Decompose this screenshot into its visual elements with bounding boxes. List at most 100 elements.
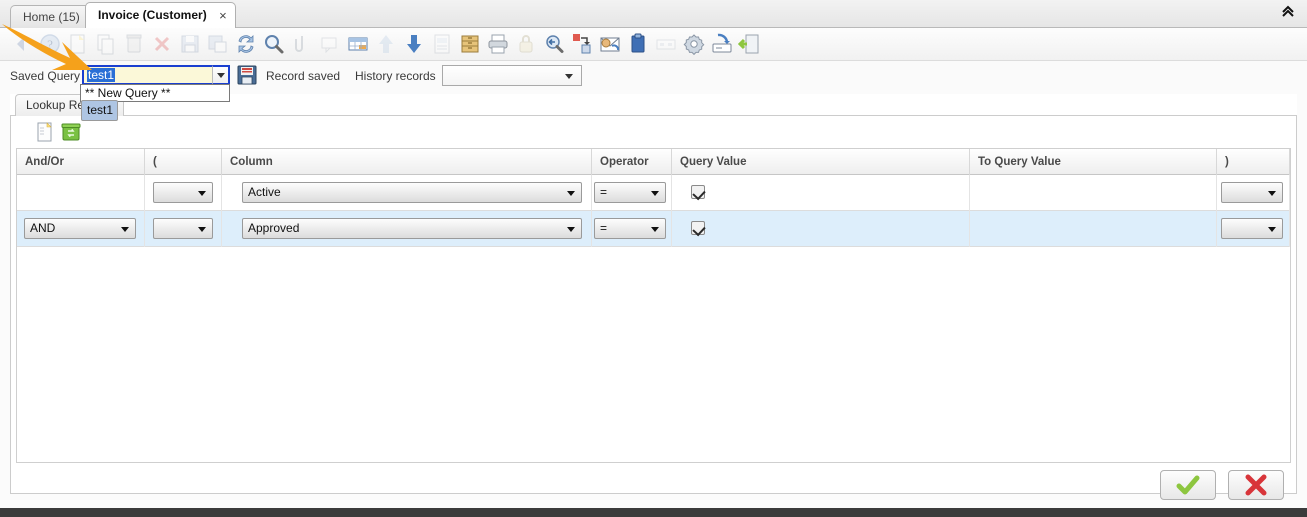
cell-open-paren: [145, 211, 222, 247]
column-value: Active: [248, 185, 281, 199]
query-value-checkbox[interactable]: [691, 185, 705, 199]
and-or-value: AND: [30, 221, 55, 235]
tab-home-label: Home (15): [23, 10, 80, 24]
grid-view-icon[interactable]: [346, 32, 370, 56]
back-icon: [10, 32, 34, 56]
green-check-icon: [1176, 474, 1200, 496]
history-records-label: History records: [355, 68, 436, 84]
chevron-down-icon: [567, 191, 575, 196]
saved-query-option-new[interactable]: ** New Query **: [81, 86, 229, 100]
saved-query-input-value: test1: [87, 68, 115, 82]
column-select[interactable]: Approved: [242, 218, 582, 239]
cell-and-or: AND: [17, 211, 145, 247]
tab-bar: Home (15) Invoice (Customer) ×: [0, 0, 1307, 28]
import-icon[interactable]: [710, 32, 734, 56]
lock-icon: [514, 32, 538, 56]
record-status-label: Record saved: [266, 68, 340, 84]
workflow-icon[interactable]: [570, 32, 594, 56]
operator-select[interactable]: =: [594, 218, 666, 239]
copy-icon: [94, 32, 118, 56]
search-icon[interactable]: [262, 32, 286, 56]
close-paren-select[interactable]: [1221, 182, 1283, 203]
floppy-save-icon[interactable]: [236, 63, 258, 87]
grid-header-to-query-value: To Query Value: [970, 149, 1217, 175]
mail-merge-icon[interactable]: [598, 32, 622, 56]
cell-query-value: [672, 211, 970, 247]
cell-open-paren: [145, 175, 222, 211]
close-paren-select[interactable]: [1221, 218, 1283, 239]
new-row-icon[interactable]: [33, 120, 57, 144]
cell-operator: =: [592, 211, 672, 247]
refresh-icon[interactable]: [234, 32, 258, 56]
svg-text:?: ?: [47, 37, 53, 52]
new-record-icon: [66, 32, 90, 56]
ok-button[interactable]: [1160, 470, 1216, 500]
table-row[interactable]: Active =: [17, 175, 1290, 211]
cell-query-value: [672, 175, 970, 211]
attachment-icon: [290, 32, 314, 56]
column-select[interactable]: Active: [242, 182, 582, 203]
archive-icon[interactable]: [458, 32, 482, 56]
application-window: Home (15) Invoice (Customer) × ?: [0, 0, 1307, 517]
chevron-down-icon: [1268, 227, 1276, 232]
grid-mini-toolbar: [11, 116, 1296, 148]
cell-and-or: [17, 175, 145, 211]
cell-to-query-value: [970, 175, 1217, 211]
cell-operator: =: [592, 175, 672, 211]
saved-query-label: Saved Query: [10, 68, 80, 84]
table-row[interactable]: AND Approved: [17, 211, 1290, 247]
window-bottom-bar: [0, 508, 1307, 517]
saved-query-dropdown-list[interactable]: ** New Query ** test1: [80, 84, 230, 102]
cell-column: Approved: [222, 211, 592, 247]
arrow-up-icon: [374, 32, 398, 56]
clear-rows-icon[interactable]: [59, 120, 83, 144]
chevron-down-icon: [651, 191, 659, 196]
grid-header-and-or: And/Or: [17, 149, 145, 175]
chevron-down-icon: [565, 74, 573, 79]
chevron-double-up-icon[interactable]: [1277, 4, 1299, 24]
cancel-icon: [150, 32, 174, 56]
arrow-down-icon[interactable]: [402, 32, 426, 56]
grid-header-operator: Operator: [592, 149, 672, 175]
chevron-down-icon: [198, 191, 206, 196]
chevron-down-icon: [121, 227, 129, 232]
close-icon[interactable]: ×: [219, 3, 227, 28]
saved-query-option-test1[interactable]: test1: [81, 100, 118, 121]
grid-header-open-paren: (: [145, 149, 222, 175]
open-paren-select[interactable]: [153, 218, 213, 239]
history-records-select[interactable]: [442, 65, 582, 86]
tab-home[interactable]: Home (15): [10, 5, 93, 28]
tab-invoice-customer-label: Invoice (Customer): [98, 8, 207, 22]
cell-close-paren: [1217, 175, 1290, 211]
saved-query-input[interactable]: test1: [82, 65, 212, 85]
clipboard-icon[interactable]: [626, 32, 650, 56]
note-icon: [318, 32, 342, 56]
operator-value: =: [600, 221, 607, 235]
lookup-panel: Lookup Records: [10, 94, 1297, 494]
grid-header-close-paren: ): [1217, 149, 1290, 175]
settings-icon[interactable]: [682, 32, 706, 56]
cell-to-query-value: [970, 211, 1217, 247]
operator-select[interactable]: =: [594, 182, 666, 203]
grid-header-column: Column: [222, 149, 592, 175]
help-icon: ?: [38, 32, 62, 56]
chevron-down-icon: [217, 73, 225, 78]
compare-icon: [654, 32, 678, 56]
cancel-button[interactable]: [1228, 470, 1284, 500]
cell-close-paren: [1217, 211, 1290, 247]
grid-header-query-value: Query Value: [672, 149, 970, 175]
tab-invoice-customer[interactable]: Invoice (Customer) ×: [85, 2, 236, 28]
zoom-back-icon[interactable]: [542, 32, 566, 56]
and-or-select[interactable]: AND: [24, 218, 136, 239]
saved-query-dropdown-button[interactable]: [212, 65, 230, 85]
print-icon[interactable]: [486, 32, 510, 56]
column-value: Approved: [248, 221, 299, 235]
chevron-down-icon: [651, 227, 659, 232]
query-value-checkbox[interactable]: [691, 221, 705, 235]
red-cross-icon: [1244, 474, 1268, 496]
query-builder-grid: And/Or ( Column Operator Query Value To …: [16, 148, 1291, 463]
operator-value: =: [600, 185, 607, 199]
open-paren-select[interactable]: [153, 182, 213, 203]
report-icon: [430, 32, 454, 56]
export-icon[interactable]: [738, 32, 762, 56]
